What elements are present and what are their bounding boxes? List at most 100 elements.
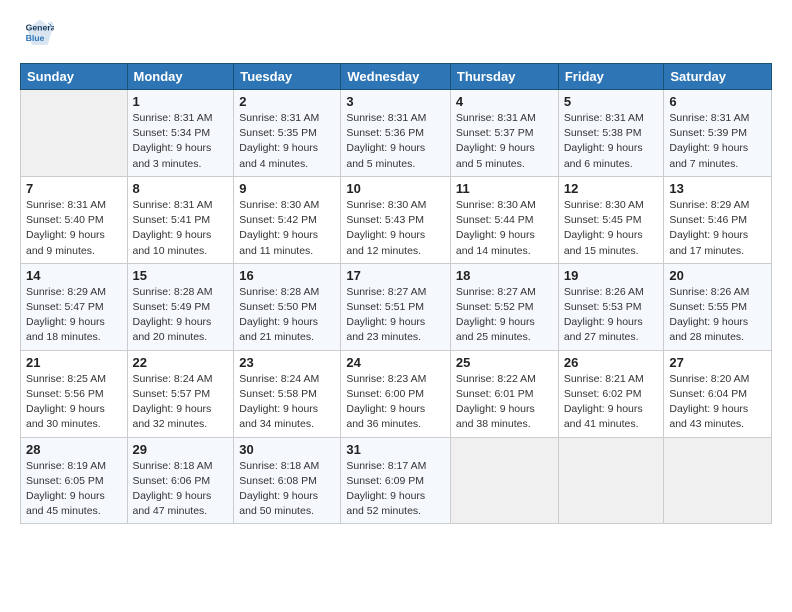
weekday-header-wednesday: Wednesday	[341, 64, 451, 90]
calendar-cell: 24 Sunrise: 8:23 AMSunset: 6:00 PMDayligh…	[341, 350, 451, 437]
day-detail: Sunrise: 8:20 AMSunset: 6:04 PMDaylight:…	[669, 372, 766, 433]
calendar-cell: 11 Sunrise: 8:30 AMSunset: 5:44 PMDayligh…	[450, 176, 558, 263]
day-detail: Sunrise: 8:30 AMSunset: 5:44 PMDaylight:…	[456, 198, 553, 259]
day-detail: Sunrise: 8:31 AMSunset: 5:36 PMDaylight:…	[346, 111, 445, 172]
day-detail: Sunrise: 8:24 AMSunset: 5:57 PMDaylight:…	[133, 372, 229, 433]
day-detail: Sunrise: 8:31 AMSunset: 5:39 PMDaylight:…	[669, 111, 766, 172]
day-detail: Sunrise: 8:25 AMSunset: 5:56 PMDaylight:…	[26, 372, 122, 433]
day-number: 26	[564, 355, 659, 370]
calendar-cell: 7 Sunrise: 8:31 AMSunset: 5:40 PMDaylight…	[21, 176, 128, 263]
day-number: 11	[456, 181, 553, 196]
day-detail: Sunrise: 8:26 AMSunset: 5:53 PMDaylight:…	[564, 285, 659, 346]
calendar-cell: 23 Sunrise: 8:24 AMSunset: 5:58 PMDayligh…	[234, 350, 341, 437]
day-detail: Sunrise: 8:27 AMSunset: 5:52 PMDaylight:…	[456, 285, 553, 346]
day-number: 4	[456, 94, 553, 109]
day-detail: Sunrise: 8:31 AMSunset: 5:34 PMDaylight:…	[133, 111, 229, 172]
calendar-cell	[450, 437, 558, 524]
calendar-cell: 13 Sunrise: 8:29 AMSunset: 5:46 PMDayligh…	[664, 176, 772, 263]
logo: General Blue	[20, 18, 54, 53]
day-detail: Sunrise: 8:24 AMSunset: 5:58 PMDaylight:…	[239, 372, 335, 433]
day-detail: Sunrise: 8:17 AMSunset: 6:09 PMDaylight:…	[346, 459, 445, 520]
day-number: 9	[239, 181, 335, 196]
calendar-cell: 14 Sunrise: 8:29 AMSunset: 5:47 PMDayligh…	[21, 263, 128, 350]
calendar-cell: 31 Sunrise: 8:17 AMSunset: 6:09 PMDayligh…	[341, 437, 451, 524]
day-detail: Sunrise: 8:31 AMSunset: 5:41 PMDaylight:…	[133, 198, 229, 259]
day-number: 8	[133, 181, 229, 196]
calendar-cell: 25 Sunrise: 8:22 AMSunset: 6:01 PMDayligh…	[450, 350, 558, 437]
day-number: 20	[669, 268, 766, 283]
day-number: 18	[456, 268, 553, 283]
calendar-cell: 3 Sunrise: 8:31 AMSunset: 5:36 PMDaylight…	[341, 90, 451, 177]
calendar-cell: 5 Sunrise: 8:31 AMSunset: 5:38 PMDaylight…	[558, 90, 664, 177]
day-detail: Sunrise: 8:31 AMSunset: 5:37 PMDaylight:…	[456, 111, 553, 172]
calendar-cell: 16Sunrise: 8:28 AMSunset: 5:50 PMDayligh…	[234, 263, 341, 350]
calendar-cell: 15Sunrise: 8:28 AMSunset: 5:49 PMDayligh…	[127, 263, 234, 350]
day-number: 22	[133, 355, 229, 370]
calendar-cell: 18 Sunrise: 8:27 AMSunset: 5:52 PMDayligh…	[450, 263, 558, 350]
day-number: 28	[26, 442, 122, 457]
calendar-cell: 21 Sunrise: 8:25 AMSunset: 5:56 PMDayligh…	[21, 350, 128, 437]
day-number: 19	[564, 268, 659, 283]
day-number: 21	[26, 355, 122, 370]
calendar-cell: 6 Sunrise: 8:31 AMSunset: 5:39 PMDaylight…	[664, 90, 772, 177]
day-number: 14	[26, 268, 122, 283]
day-detail: Sunrise: 8:18 AMSunset: 6:08 PMDaylight:…	[239, 459, 335, 520]
svg-text:Blue: Blue	[26, 33, 45, 43]
day-number: 27	[669, 355, 766, 370]
day-number: 1	[133, 94, 229, 109]
weekday-header-thursday: Thursday	[450, 64, 558, 90]
day-detail: Sunrise: 8:30 AMSunset: 5:43 PMDaylight:…	[346, 198, 445, 259]
day-number: 7	[26, 181, 122, 196]
day-number: 3	[346, 94, 445, 109]
day-detail: Sunrise: 8:31 AMSunset: 5:35 PMDaylight:…	[239, 111, 335, 172]
day-detail: Sunrise: 8:29 AMSunset: 5:46 PMDaylight:…	[669, 198, 766, 259]
calendar-cell: 28Sunrise: 8:19 AMSunset: 6:05 PMDayligh…	[21, 437, 128, 524]
day-detail: Sunrise: 8:18 AMSunset: 6:06 PMDaylight:…	[133, 459, 229, 520]
day-detail: Sunrise: 8:31 AMSunset: 5:38 PMDaylight:…	[564, 111, 659, 172]
calendar-cell: 26 Sunrise: 8:21 AMSunset: 6:02 PMDayligh…	[558, 350, 664, 437]
weekday-header-tuesday: Tuesday	[234, 64, 341, 90]
calendar-cell: 10 Sunrise: 8:30 AMSunset: 5:43 PMDayligh…	[341, 176, 451, 263]
page: General Blue SundayMondayTuesdayWednesda…	[0, 0, 792, 612]
calendar-cell	[664, 437, 772, 524]
calendar-table: SundayMondayTuesdayWednesdayThursdayFrid…	[20, 63, 772, 524]
weekday-header-saturday: Saturday	[664, 64, 772, 90]
calendar-cell: 17 Sunrise: 8:27 AMSunset: 5:51 PMDayligh…	[341, 263, 451, 350]
day-detail: Sunrise: 8:29 AMSunset: 5:47 PMDaylight:…	[26, 285, 122, 346]
calendar-cell: 4 Sunrise: 8:31 AMSunset: 5:37 PMDaylight…	[450, 90, 558, 177]
calendar-cell: 9Sunrise: 8:30 AMSunset: 5:42 PMDaylight…	[234, 176, 341, 263]
calendar-cell	[21, 90, 128, 177]
day-number: 23	[239, 355, 335, 370]
calendar-cell	[558, 437, 664, 524]
calendar-cell: 8 Sunrise: 8:31 AMSunset: 5:41 PMDaylight…	[127, 176, 234, 263]
day-number: 25	[456, 355, 553, 370]
calendar-cell: 1 Sunrise: 8:31 AMSunset: 5:34 PMDaylight…	[127, 90, 234, 177]
calendar-cell: 29 Sunrise: 8:18 AMSunset: 6:06 PMDayligh…	[127, 437, 234, 524]
weekday-header-friday: Friday	[558, 64, 664, 90]
calendar-cell: 27 Sunrise: 8:20 AMSunset: 6:04 PMDayligh…	[664, 350, 772, 437]
weekday-header-sunday: Sunday	[21, 64, 128, 90]
day-number: 31	[346, 442, 445, 457]
calendar-cell: 30Sunrise: 8:18 AMSunset: 6:08 PMDayligh…	[234, 437, 341, 524]
day-detail: Sunrise: 8:27 AMSunset: 5:51 PMDaylight:…	[346, 285, 445, 346]
calendar-cell: 2Sunrise: 8:31 AMSunset: 5:35 PMDaylight…	[234, 90, 341, 177]
day-detail: Sunrise: 8:31 AMSunset: 5:40 PMDaylight:…	[26, 198, 122, 259]
calendar-cell: 20 Sunrise: 8:26 AMSunset: 5:55 PMDayligh…	[664, 263, 772, 350]
day-number: 12	[564, 181, 659, 196]
calendar-cell: 22 Sunrise: 8:24 AMSunset: 5:57 PMDayligh…	[127, 350, 234, 437]
day-detail: Sunrise: 8:23 AMSunset: 6:00 PMDaylight:…	[346, 372, 445, 433]
day-detail: Sunrise: 8:26 AMSunset: 5:55 PMDaylight:…	[669, 285, 766, 346]
day-number: 13	[669, 181, 766, 196]
day-number: 15	[133, 268, 229, 283]
day-number: 6	[669, 94, 766, 109]
day-detail: Sunrise: 8:21 AMSunset: 6:02 PMDaylight:…	[564, 372, 659, 433]
day-detail: Sunrise: 8:30 AMSunset: 5:45 PMDaylight:…	[564, 198, 659, 259]
day-number: 10	[346, 181, 445, 196]
calendar-cell: 12 Sunrise: 8:30 AMSunset: 5:45 PMDayligh…	[558, 176, 664, 263]
header: General Blue	[20, 18, 772, 53]
day-detail: Sunrise: 8:22 AMSunset: 6:01 PMDaylight:…	[456, 372, 553, 433]
day-number: 5	[564, 94, 659, 109]
day-number: 24	[346, 355, 445, 370]
day-number: 29	[133, 442, 229, 457]
day-number: 17	[346, 268, 445, 283]
